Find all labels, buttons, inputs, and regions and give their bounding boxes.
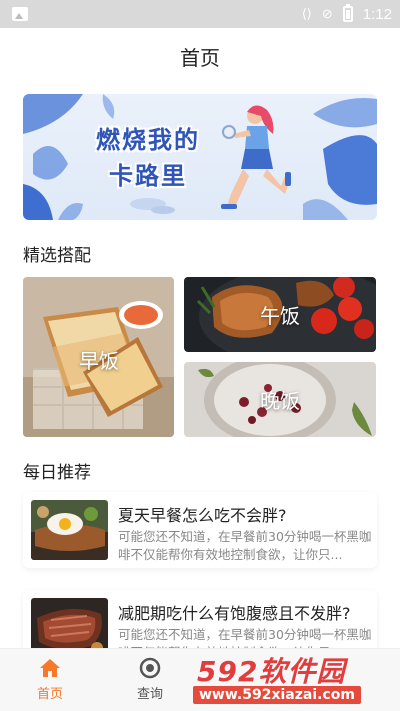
breakfast-label: 早饭 [79,349,119,373]
recommendation-item[interactable]: 夏天早餐怎么吃不会胖? 可能您还不知道，在早餐前30分钟喝一杯黑咖啡不仅能帮你有… [23,492,377,568]
status-time: 1:12 [362,5,392,23]
status-bar: ⟨⟩ ⊘ 1:12 [0,0,400,28]
image-notification-icon [12,7,28,21]
watermark-url: www.592xiazai.com [193,686,361,704]
lunch-label: 午饭 [260,304,300,328]
battery-icon [342,4,353,22]
recommendation-thumb [31,500,108,560]
banner-illustration [23,94,377,220]
search-icon [139,657,161,679]
nav-search-label: 查询 [136,687,163,702]
recommendation-desc: 可能您还不知道，在早餐前30分钟喝一杯黑咖啡不仅能帮你有效地控制食欲，让你只..… [118,529,372,562]
page-title: 首页 [180,46,220,70]
nav-home[interactable]: 首页 [20,657,80,702]
home-icon [40,659,60,677]
daily-section-title: 每日推荐 [23,463,91,483]
banner[interactable]: 燃烧我的 卡路里 [23,94,377,220]
nav-search[interactable]: 查询 [120,657,180,702]
banner-text-line2: 卡路里 [109,162,187,190]
featured-section-title: 精选搭配 [23,246,91,266]
lunch-card[interactable]: 午饭 [184,277,376,352]
no-signal-icon: ⊘ [321,6,333,21]
recommendation-title: 减肥期吃什么有饱腹感且不发胖? [118,604,351,623]
breakfast-card[interactable]: 早饭 [23,277,174,437]
watermark: 592软件园 www.592xiazai.com [179,646,394,708]
watermark-brand: 592软件园 [197,655,346,688]
recommendation-title: 夏天早餐怎么吃不会胖? [118,506,287,525]
dinner-card[interactable]: 晚饭 [184,362,376,437]
dinner-label: 晚饭 [260,389,300,413]
cast-icon: ⟨⟩ [301,6,312,21]
banner-text-line1: 燃烧我的 [96,126,200,154]
nav-home-label: 首页 [36,687,63,702]
